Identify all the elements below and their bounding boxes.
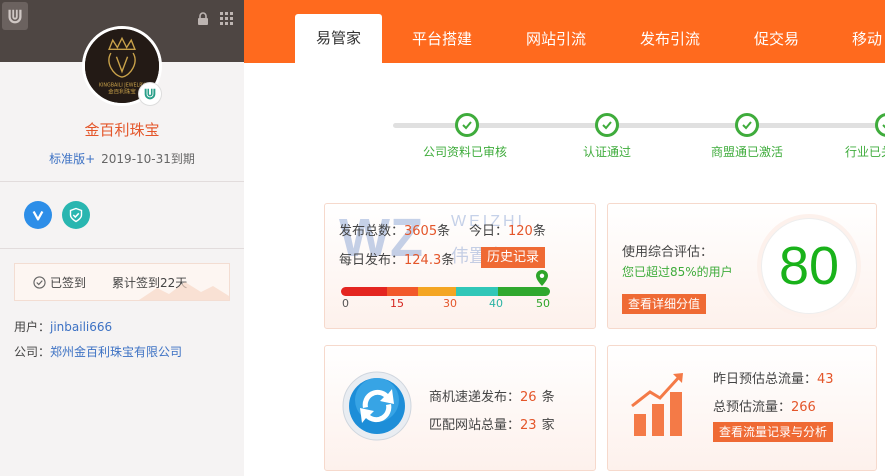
yesterday-traffic: 昨日预估总流量：43: [713, 368, 834, 387]
today-value: 120: [508, 224, 533, 239]
publish-label: 商机速递发布：: [429, 390, 521, 405]
score-summary: 您已超过85%的用户: [622, 265, 733, 279]
daily-label: 每日发布：: [339, 253, 405, 268]
scale-tick: 15: [390, 297, 404, 310]
certification-badges: [24, 201, 90, 229]
divider: [0, 181, 244, 182]
opportunity-card: 商机速递发布：26 条 匹配网站总量：23 家: [324, 345, 596, 471]
sidebar: KINGBAILI JEWELRY 金百利珠宝 金百利珠宝 标准版+ 2019-1…: [0, 0, 244, 476]
daily-publish: 每日发布：124.3条: [339, 249, 454, 268]
total-publish: 发布总数：3605条: [339, 220, 450, 239]
traffic-card: 昨日预估总流量：43 总预估流量：266 查看流量记录与分析: [607, 345, 877, 471]
company-line: 公司：郑州金百利珠宝有限公司: [14, 343, 182, 360]
history-button[interactable]: 历史记录: [481, 247, 546, 268]
brand-logo-icon[interactable]: [2, 2, 28, 30]
main-content: 公司资料已审核 认证通过 商盟通已激活 行业已关 WZ WEIZHI 伟置电子 …: [244, 63, 885, 476]
score-card: 使用综合评估： 您已超过85%的用户 查看详细分值 80: [607, 203, 877, 329]
yesterday-label: 昨日预估总流量：: [713, 372, 818, 387]
publish-stats-card: WZ WEIZHI 伟置电子 发布总数：3605条 今日：120条 每日发布：1…: [324, 203, 596, 329]
company-name[interactable]: 金百利珠宝: [0, 119, 244, 140]
tab-yiguanjia[interactable]: 易管家: [295, 14, 382, 63]
step-check-icon: [735, 113, 759, 137]
today-publish: 今日：120条: [469, 220, 546, 239]
refresh-sync-icon: [341, 370, 413, 445]
scale-tick: 40: [489, 297, 503, 310]
lock-icon[interactable]: [196, 12, 210, 26]
tab-promote-deals[interactable]: 促交易: [754, 0, 799, 63]
check-circle-icon: [33, 275, 46, 289]
tab-platform-build[interactable]: 平台搭建: [412, 0, 472, 63]
user-value[interactable]: jinbaili666: [50, 320, 112, 334]
company-label: 公司：: [14, 345, 51, 359]
sites-label: 匹配网站总量：: [429, 418, 521, 433]
tab-site-traffic[interactable]: 网站引流: [526, 0, 586, 63]
avatar-brand-bottom: 金百利珠宝: [108, 88, 136, 96]
daily-unit: 条: [441, 253, 455, 268]
scale-tick: 0: [342, 297, 349, 310]
version-link[interactable]: 标准版+: [49, 152, 95, 166]
total-unit: 条: [437, 224, 451, 239]
total-traffic: 总预估流量：266: [713, 396, 816, 415]
score-title: 使用综合评估：: [622, 245, 714, 260]
header-tools: [196, 12, 234, 26]
total-value: 3605: [404, 224, 438, 239]
total-label: 发布总数：: [339, 224, 405, 239]
sites-unit: 家: [541, 418, 555, 433]
total-traffic-value: 266: [791, 400, 816, 415]
step-label: 商盟通已激活: [711, 145, 784, 159]
checkin-status[interactable]: 已签到: [33, 274, 86, 291]
company-value[interactable]: 郑州金百利珠宝有限公司: [50, 345, 182, 359]
total-traffic-label: 总预估流量：: [713, 400, 792, 415]
today-unit: 条: [532, 224, 546, 239]
user-line: 用户：jinbaili666: [14, 318, 112, 335]
publish-progress-bar: [341, 287, 550, 296]
v-verified-icon[interactable]: [24, 201, 52, 229]
membership-line: 标准版+ 2019-10-31到期: [0, 150, 244, 167]
score-value: 80: [761, 218, 857, 314]
today-label: 今日：: [469, 224, 509, 239]
step-check-icon: [455, 113, 479, 137]
matched-sites: 匹配网站总量：23 家: [429, 414, 555, 433]
checkin-panel: 已签到 累计签到22天: [14, 263, 230, 301]
divider: [0, 248, 244, 249]
shield-check-icon[interactable]: [62, 201, 90, 229]
grid-menu-icon[interactable]: [220, 12, 234, 26]
step-check-icon: [595, 113, 619, 137]
opportunity-publish: 商机速递发布：26 条: [429, 386, 555, 405]
step-check-icon: [875, 113, 885, 137]
publish-unit: 条: [541, 390, 555, 405]
yesterday-value: 43: [817, 372, 834, 387]
avatar-brand-top: KINGBAILI JEWELRY: [99, 82, 145, 88]
top-nav: 易管家 平台搭建 网站引流 发布引流 促交易 移动: [244, 0, 885, 63]
sites-value: 23: [520, 418, 537, 433]
tab-mobile[interactable]: 移动: [852, 0, 882, 63]
scale-tick: 30: [443, 297, 457, 310]
traffic-records-button[interactable]: 查看流量记录与分析: [713, 422, 834, 442]
tab-publish-traffic[interactable]: 发布引流: [640, 0, 700, 63]
user-label: 用户：: [14, 320, 51, 334]
mountain-decoration-icon: [139, 282, 229, 300]
daily-value: 124.3: [404, 253, 442, 268]
expire-date: 2019-10-31到期: [101, 152, 195, 166]
checkin-label: 已签到: [50, 275, 87, 290]
score-detail-button[interactable]: 查看详细分值: [622, 294, 707, 314]
verified-brand-icon: [138, 82, 162, 106]
publish-value: 26: [520, 390, 537, 405]
step-label: 行业已关: [845, 145, 885, 159]
growth-chart-icon: [630, 370, 694, 439]
step-label: 公司资料已审核: [423, 145, 508, 159]
scale-tick: 50: [536, 297, 550, 310]
step-label: 认证通过: [583, 145, 632, 159]
